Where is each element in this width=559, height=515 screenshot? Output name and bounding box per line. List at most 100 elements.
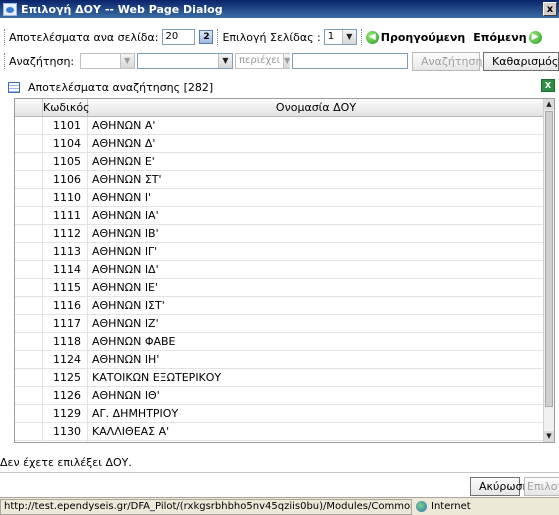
row-selector[interactable] — [15, 135, 43, 152]
table-row[interactable]: 1116 ΑΘΗΝΩΝ ΙΣΤ' — [15, 297, 545, 315]
page-select-label: Επιλογή Σελίδας : — [222, 30, 321, 44]
scroll-thumb[interactable] — [545, 111, 553, 407]
row-selector[interactable] — [15, 225, 43, 242]
row-selector[interactable] — [15, 279, 43, 296]
row-selector[interactable] — [15, 333, 43, 350]
row-selector[interactable] — [15, 261, 43, 278]
table-row[interactable]: 1117 ΑΘΗΝΩΝ ΙΖ' — [15, 315, 545, 333]
vertical-scrollbar[interactable]: ▲ ▼ — [543, 99, 554, 442]
browser-statusbar: http://test.ependyseis.gr/DFA_Pilot/(rxk… — [0, 497, 559, 515]
table-row[interactable]: 1126 ΑΘΗΝΩΝ ΙΘ' — [15, 387, 545, 405]
table-row[interactable]: 1110 ΑΘΗΝΩΝ Ι' — [15, 189, 545, 207]
excel-export-icon[interactable]: X — [541, 79, 555, 92]
chevron-down-icon: ▼ — [283, 54, 291, 68]
select-button[interactable]: Επιλογή — [524, 477, 559, 496]
page-select[interactable]: 1 ▼ — [323, 29, 357, 45]
table-row[interactable]: 1111 ΑΘΗΝΩΝ ΙΑ' — [15, 207, 545, 225]
code-column-header[interactable]: Κωδικός — [43, 99, 90, 116]
internet-zone-icon — [416, 501, 427, 512]
search-column-select[interactable]: ▼ — [136, 53, 233, 69]
scroll-up-icon[interactable]: ▲ — [544, 99, 554, 110]
table-row[interactable]: 1104 ΑΘΗΝΩΝ Δ' — [15, 135, 545, 153]
scroll-down-icon[interactable]: ▼ — [544, 431, 554, 442]
row-selector[interactable] — [15, 117, 43, 134]
table-row[interactable]: 1112 ΑΘΗΝΩΝ ΙΒ' — [15, 225, 545, 243]
row-code: 1110 — [43, 189, 88, 206]
table-row[interactable]: 1125 ΚΑΤΟΙΚΩΝ ΕΞΩΤΕΡΙΚΟΥ — [15, 369, 545, 387]
row-selector[interactable] — [15, 441, 43, 442]
row-code: 1105 — [43, 153, 88, 170]
row-name: ΑΓ. ΔΗΜΗΤΡΙΟΥ — [92, 407, 179, 420]
row-selector[interactable] — [15, 153, 43, 170]
row-name: ΑΘΗΝΩΝ Ι' — [92, 191, 152, 204]
clear-button[interactable]: Καθαρισμός — [483, 51, 559, 71]
table-row[interactable]: 1114 ΑΘΗΝΩΝ ΙΔ' — [15, 261, 545, 279]
search-button[interactable]: Αναζήτηση — [412, 51, 482, 71]
results-grid: Κωδικός Ονομασία ΔΟΥ 1101 ΑΘΗΝΩΝ Α' 1104 ΑΘ… — [14, 98, 555, 443]
name-column-header[interactable]: Ονομασία ΔΟΥ — [88, 99, 545, 116]
ie-page-icon — [3, 2, 17, 16]
window-title: Επιλογή ΔΟΥ -- Web Page Dialog — [21, 2, 223, 16]
close-button[interactable]: x — [543, 2, 557, 16]
row-name: ΑΘΗΝΩΝ ΙΑ' — [92, 209, 159, 222]
search-operator-value: περιέχει — [238, 55, 281, 66]
status-url: http://test.ependyseis.gr/DFA_Pilot/(rxk… — [0, 498, 412, 515]
row-selector[interactable] — [15, 405, 43, 422]
row-selector[interactable] — [15, 351, 43, 368]
row-code: 1113 — [43, 243, 88, 260]
search-field-select[interactable]: ▼ — [80, 53, 135, 69]
row-name: ΑΘΗΝΩΝ ΙΘ' — [92, 389, 160, 402]
toolbar-separator — [4, 53, 5, 69]
cancel-button[interactable]: Ακύρωση — [470, 477, 530, 496]
dialog-buttons: Ακύρωση Επιλογή — [470, 477, 559, 496]
row-code: 1118 — [43, 333, 88, 350]
table-row[interactable]: 1105 ΑΘΗΝΩΝ Ε' — [15, 153, 545, 171]
row-code: 1104 — [43, 135, 88, 152]
table-row[interactable]: 1113 ΑΘΗΝΩΝ ΙΓ' — [15, 243, 545, 261]
row-name: ΚΑΛΛΙΘΕΑΣ Α' — [92, 425, 170, 438]
table-row[interactable]: 1101 ΑΘΗΝΩΝ Α' — [15, 117, 545, 135]
table-row[interactable]: 1130 ΚΑΛΛΙΘΕΑΣ Α' — [15, 423, 545, 441]
next-arrow-icon[interactable]: ▶ — [528, 30, 542, 44]
table-row[interactable]: 1129 ΑΓ. ΔΗΜΗΤΡΙΟΥ — [15, 405, 545, 423]
table-row[interactable]: 1115 ΑΘΗΝΩΝ ΙΕ' — [15, 279, 545, 297]
chevron-down-icon: ▼ — [217, 54, 232, 68]
row-code: 1126 — [43, 387, 88, 404]
search-text-input[interactable] — [291, 53, 409, 69]
next-page-link[interactable]: Επόμενη — [473, 31, 526, 44]
row-code: 1114 — [43, 261, 88, 278]
search-operator-select[interactable]: περιέχει ▼ — [234, 53, 291, 69]
row-name: ΑΘΗΝΩΝ ΙΓ' — [92, 245, 158, 258]
row-code: 1124 — [43, 351, 88, 368]
row-selector[interactable] — [15, 423, 43, 440]
row-selector[interactable] — [15, 369, 43, 386]
row-selector[interactable] — [15, 243, 43, 260]
toolbar-separator — [4, 29, 5, 45]
row-selector[interactable] — [15, 315, 43, 332]
results-title: Αποτελέσματα αναζήτησης [282] — [28, 80, 214, 94]
row-name: ΑΘΗΝΩΝ ΙΔ' — [92, 263, 159, 276]
table-row[interactable]: 1118 ΑΘΗΝΩΝ ΦΑΒΕ — [15, 333, 545, 351]
row-selector[interactable] — [15, 387, 43, 404]
table-row[interactable]: 1124 ΑΘΗΝΩΝ ΙΗ' — [15, 351, 545, 369]
row-selector[interactable] — [15, 297, 43, 314]
row-selector[interactable] — [15, 189, 43, 206]
row-code: 1116 — [43, 297, 88, 314]
toolbar-separator — [360, 29, 362, 45]
results-per-page-input[interactable]: 20 — [162, 29, 196, 45]
table-row[interactable]: 1106 ΑΘΗΝΩΝ ΣΤ' — [15, 171, 545, 189]
row-selector[interactable] — [15, 207, 43, 224]
search-toolbar: Αναζήτηση: ▼ ▼ περιέχει ▼ Αναζήτηση Καθα… — [0, 50, 559, 72]
apply-page-size-button[interactable]: 2 — [199, 30, 214, 44]
row-name: ΝΕΑΣ ΙΩΝΙΑΣ — [88, 441, 545, 442]
row-code: 1111 — [43, 207, 88, 224]
selection-status-message: Δεν έχετε επιλέξει ΔΟΥ. — [0, 456, 132, 469]
row-name: ΑΘΗΝΩΝ ΙΒ' — [92, 227, 159, 240]
row-name: ΑΘΗΝΩΝ ΙΖ' — [92, 317, 159, 330]
table-row[interactable]: 1131ΝΕΑΣ ΙΩΝΙΑΣ — [15, 441, 545, 442]
row-selector[interactable] — [15, 171, 43, 188]
previous-arrow-icon[interactable]: ◀ — [365, 30, 379, 44]
row-name: ΑΘΗΝΩΝ ΙΕ' — [92, 281, 159, 294]
previous-page-link[interactable]: Προηγούμενη — [381, 31, 466, 44]
paging-toolbar: Αποτελέσματα ανα σελίδα: 20 2 Επιλογή Σε… — [0, 26, 559, 48]
